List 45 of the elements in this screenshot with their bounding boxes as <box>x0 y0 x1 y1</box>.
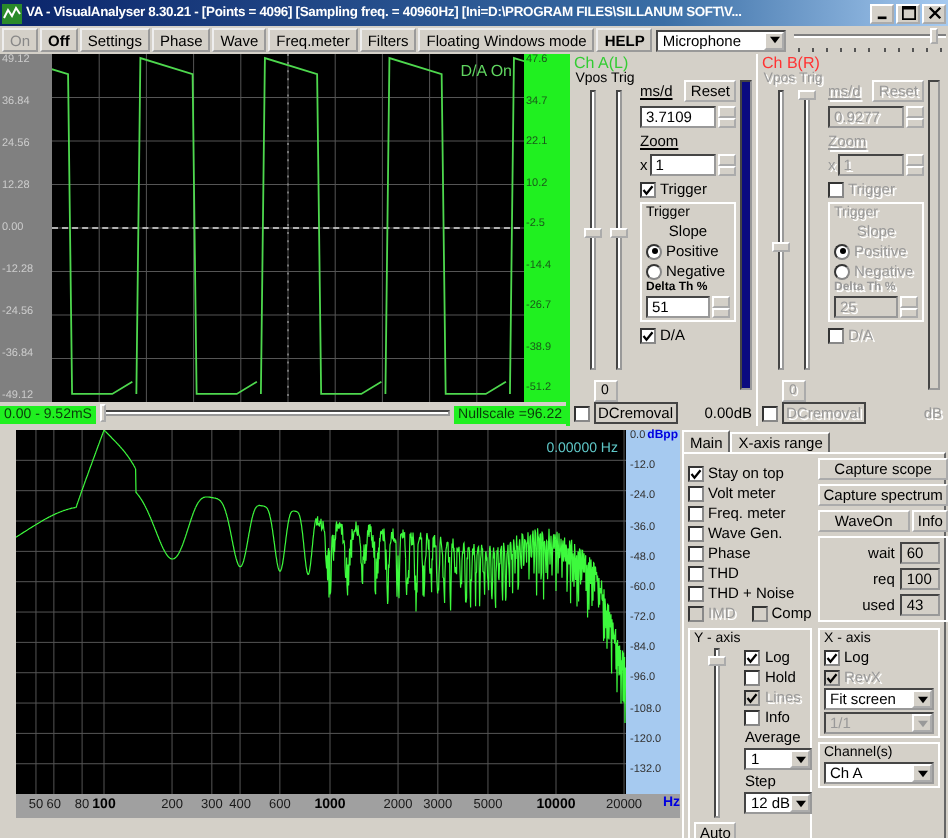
option-checkbox[interactable] <box>688 465 704 481</box>
minimize-button[interactable] <box>870 3 894 23</box>
option-checkbox[interactable] <box>744 669 761 685</box>
slider-thumb[interactable] <box>584 228 602 238</box>
slider-thumb[interactable] <box>707 655 726 666</box>
caret-icon <box>917 695 927 703</box>
option-checkbox[interactable] <box>744 709 761 725</box>
caret-icon <box>769 36 780 44</box>
da-status-label: D/A On <box>460 62 512 80</box>
option-checkbox[interactable] <box>688 565 704 581</box>
app-icon <box>2 3 22 23</box>
caret-icon <box>917 719 927 727</box>
slider-thumb[interactable] <box>610 228 628 238</box>
caret-icon <box>795 755 806 763</box>
option-checkbox[interactable] <box>688 545 704 561</box>
radio-button[interactable] <box>834 263 850 279</box>
option-checkbox[interactable] <box>824 649 840 665</box>
da-checkbox[interactable] <box>828 327 844 343</box>
slider-thumb[interactable] <box>772 241 790 252</box>
option-checkbox[interactable] <box>688 485 704 501</box>
slider-thumb[interactable] <box>99 404 106 422</box>
radio-button[interactable] <box>834 243 850 259</box>
channel-title: Ch A(L) <box>574 56 629 72</box>
maximize-button[interactable] <box>896 3 920 23</box>
caret-icon <box>917 769 927 777</box>
radio-button[interactable] <box>646 243 662 259</box>
slider-thumb[interactable] <box>798 90 816 100</box>
trigger-checkbox[interactable] <box>640 181 656 197</box>
dc-removal-checkbox[interactable] <box>762 405 778 421</box>
radio-button[interactable] <box>646 263 662 279</box>
option-checkbox[interactable] <box>688 585 704 601</box>
close-icon <box>927 6 941 20</box>
close-button[interactable] <box>922 3 946 23</box>
trigger-level-slider[interactable] <box>798 90 814 370</box>
option-checkbox[interactable] <box>688 505 704 521</box>
time-position-slider[interactable] <box>99 404 451 424</box>
maximize-icon <box>901 6 915 20</box>
caret-icon <box>795 799 806 807</box>
dc-removal-checkbox[interactable] <box>574 405 590 421</box>
trigger-checkbox[interactable] <box>828 181 844 197</box>
slider-thumb[interactable] <box>930 27 939 43</box>
da-checkbox[interactable] <box>640 327 656 343</box>
option-checkbox[interactable] <box>688 525 704 541</box>
option-checkbox[interactable] <box>744 649 761 665</box>
channel-title: Ch B(R) <box>762 56 820 72</box>
